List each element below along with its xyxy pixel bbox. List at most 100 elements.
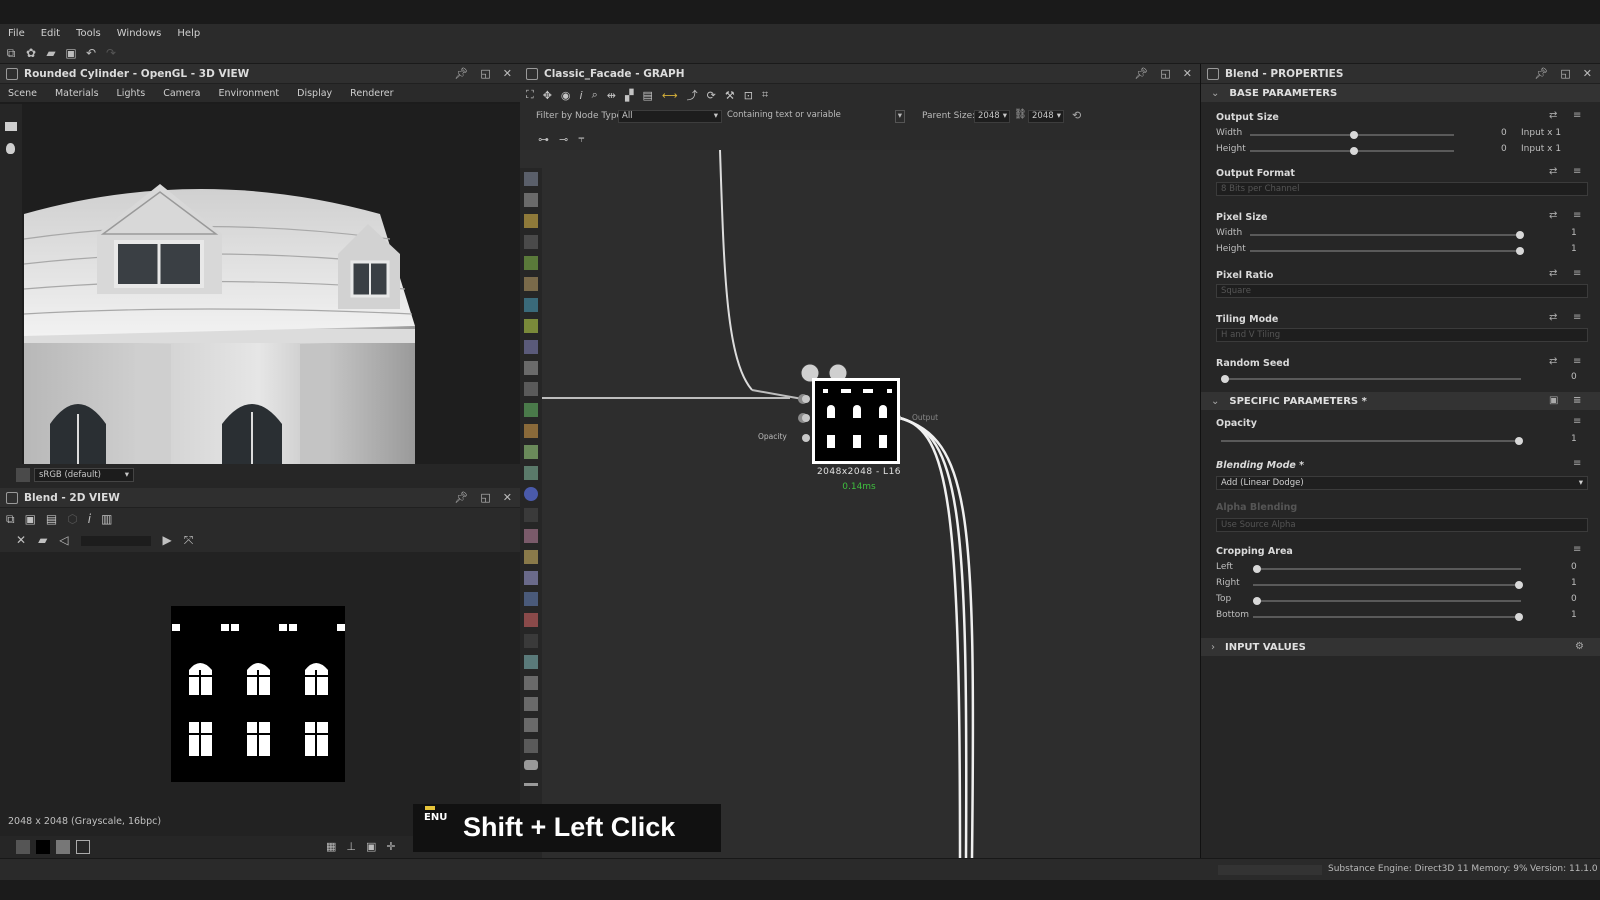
shape-node-icon[interactable]: [524, 340, 538, 354]
slider-handle[interactable]: [1253, 597, 1261, 605]
layout-icon[interactable]: ▞: [625, 89, 633, 102]
pin-icon[interactable]: 📌︎: [454, 67, 468, 80]
bitmap-node-icon[interactable]: [524, 718, 538, 732]
slider-handle[interactable]: [1221, 375, 1229, 383]
parent-size-width-select[interactable]: 2048 ▾: [974, 110, 1010, 123]
tools-icon[interactable]: ⚒: [725, 89, 735, 102]
open-folder-icon[interactable]: ▰: [38, 533, 47, 548]
camera-icon[interactable]: [5, 122, 17, 131]
blending-mode-select[interactable]: Add (Linear Dodge) ▾: [1216, 476, 1588, 490]
fill-node-icon[interactable]: [524, 214, 538, 228]
menu-help[interactable]: Help: [177, 28, 200, 39]
menu-tools[interactable]: Tools: [76, 28, 101, 39]
maximize-icon[interactable]: ◱: [1560, 67, 1570, 80]
crop-icon[interactable]: ⌗: [762, 88, 768, 102]
slider-handle[interactable]: [1350, 147, 1358, 155]
crop-left-slider[interactable]: [1253, 565, 1521, 573]
comment-icon[interactable]: [524, 760, 538, 770]
output-format-select[interactable]: 8 Bits per Channel: [1216, 182, 1588, 196]
colorspace-select[interactable]: sRGB (default) ▾: [34, 468, 134, 482]
parent-size-height-select[interactable]: 2048 ▾: [1028, 110, 1064, 123]
output-node-icon[interactable]: [524, 676, 538, 690]
inherit-icon[interactable]: ⇄: [1549, 268, 1557, 279]
node-search-input[interactable]: Containing text or variable ▾: [724, 110, 908, 123]
inherit-icon[interactable]: ⇄: [1549, 210, 1557, 221]
vertical-layout-icon[interactable]: ⊸: [559, 133, 568, 146]
zoom-fit-icon[interactable]: ▣: [366, 840, 376, 853]
document-node-icon[interactable]: [524, 193, 538, 207]
black-bg-icon[interactable]: [36, 840, 50, 854]
pin-dot-icon[interactable]: [524, 783, 538, 786]
info-icon[interactable]: i: [580, 89, 583, 102]
pixel-size-width-slider[interactable]: [1250, 231, 1524, 239]
options-icon[interactable]: ≡: [1573, 458, 1581, 469]
play-icon[interactable]: ▶: [163, 533, 172, 548]
shuffle-node-icon[interactable]: [524, 235, 538, 249]
horizontal-layout-icon[interactable]: ⊶: [538, 133, 549, 146]
close-icon[interactable]: ✕: [503, 491, 512, 504]
tab-materials[interactable]: Materials: [55, 88, 99, 99]
copy-icon[interactable]: ⧉: [6, 512, 15, 527]
options-icon[interactable]: ≡: [1573, 210, 1581, 221]
filter-node-icon[interactable]: [524, 445, 538, 459]
bucket-fill-node-icon[interactable]: [524, 613, 538, 627]
save-icon[interactable]: ▣: [25, 512, 36, 527]
save-icon[interactable]: ▣: [64, 46, 78, 60]
redo-icon[interactable]: ↷: [104, 46, 118, 60]
refresh-icon[interactable]: ⟳: [707, 89, 716, 102]
hierarchy-icon[interactable]: ⫧: [578, 132, 584, 146]
link-icon[interactable]: ⛓: [1014, 109, 1027, 120]
random-seed-slider[interactable]: [1221, 375, 1521, 383]
inherit-icon[interactable]: ⇄: [1549, 356, 1557, 367]
preset-icon[interactable]: ▣: [1549, 395, 1558, 406]
close-icon[interactable]: ✕: [503, 67, 512, 80]
pattern-node-icon[interactable]: [524, 655, 538, 669]
mountain-node-icon[interactable]: [524, 466, 538, 480]
opacity-slider[interactable]: [1221, 437, 1523, 445]
frame-all-icon[interactable]: ⛶: [526, 88, 534, 102]
output-size-width-slider[interactable]: [1250, 131, 1454, 139]
slider-handle[interactable]: [1253, 565, 1261, 573]
grid-icon[interactable]: ▦: [326, 840, 336, 853]
tab-lights[interactable]: Lights: [117, 88, 146, 99]
inherit-icon[interactable]: ⇄: [1549, 110, 1557, 121]
crop-right-slider[interactable]: [1253, 581, 1523, 589]
layers-icon[interactable]: [16, 468, 30, 482]
pin-icon[interactable]: 📌︎: [1134, 67, 1148, 80]
channels-icon[interactable]: ⬡: [67, 512, 77, 527]
gradient-node-icon[interactable]: [524, 319, 538, 333]
gear-icon[interactable]: ⚙: [1575, 641, 1584, 652]
options-icon[interactable]: ≡: [1573, 356, 1581, 367]
new-graph-icon[interactable]: ⧉: [4, 46, 18, 60]
open-folder-icon[interactable]: ▰: [44, 46, 58, 60]
options-icon[interactable]: ≡: [1573, 395, 1581, 406]
crop-bottom-slider[interactable]: [1253, 613, 1523, 621]
noise-node-icon[interactable]: [524, 403, 538, 417]
brush-node-icon[interactable]: [524, 529, 538, 543]
align-icon[interactable]: ⇹: [607, 89, 616, 102]
screenshot-icon[interactable]: ◉: [561, 89, 571, 102]
options-icon[interactable]: ≡: [1573, 110, 1581, 121]
menu-edit[interactable]: Edit: [41, 28, 60, 39]
view3d-viewport[interactable]: [0, 104, 520, 464]
pixel-size-height-slider[interactable]: [1250, 247, 1524, 255]
frame-node-icon[interactable]: [524, 592, 538, 606]
inherit-icon[interactable]: ⇄: [1549, 312, 1557, 323]
slider-handle[interactable]: [1516, 231, 1524, 239]
frame-slider[interactable]: [80, 536, 151, 546]
tiling-mode-select[interactable]: H and V Tiling: [1216, 328, 1588, 342]
center-icon[interactable]: ✥: [543, 89, 552, 102]
maximize-icon[interactable]: ◱: [1160, 67, 1170, 80]
chevron-down-icon[interactable]: ▾: [894, 110, 905, 123]
options-icon[interactable]: ≡: [1573, 166, 1581, 177]
light-bulb-icon[interactable]: [6, 143, 15, 154]
tab-renderer[interactable]: Renderer: [350, 88, 393, 99]
frame-icon[interactable]: [76, 840, 90, 854]
fit-icon[interactable]: ⤧: [184, 533, 194, 548]
sphere-node-icon[interactable]: [524, 487, 538, 501]
menu-file[interactable]: File: [8, 28, 25, 39]
save-all-icon[interactable]: ▤: [46, 512, 57, 527]
layers-icon[interactable]: [16, 840, 30, 854]
function-node-icon[interactable]: [524, 634, 538, 648]
slider-handle[interactable]: [1516, 247, 1524, 255]
